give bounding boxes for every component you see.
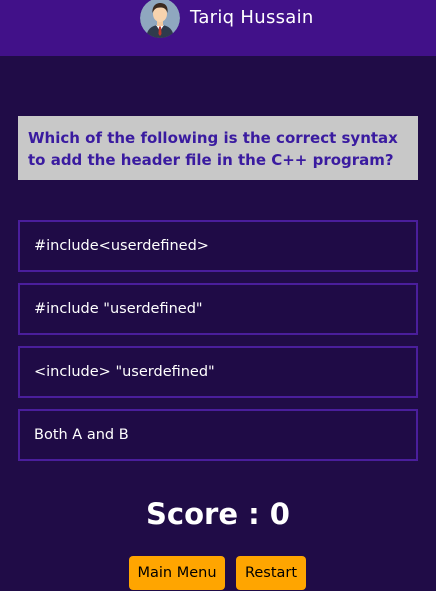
main-menu-button[interactable]: Main Menu <box>129 556 225 590</box>
app-header: Tariq Hussain <box>0 0 436 56</box>
answer-options: #include<userdefined> #include "userdefi… <box>18 220 418 472</box>
answer-option-b[interactable]: #include "userdefined" <box>18 283 418 335</box>
restart-button[interactable]: Restart <box>236 556 306 590</box>
answer-option-c[interactable]: <include> "userdefined" <box>18 346 418 398</box>
answer-option-d[interactable]: Both A and B <box>18 409 418 461</box>
score-display: Score : 0 <box>146 497 290 531</box>
user-name: Tariq Hussain <box>190 7 314 28</box>
user-avatar-icon[interactable] <box>140 0 180 38</box>
question-text: Which of the following is the correct sy… <box>18 116 418 180</box>
answer-option-a[interactable]: #include<userdefined> <box>18 220 418 272</box>
